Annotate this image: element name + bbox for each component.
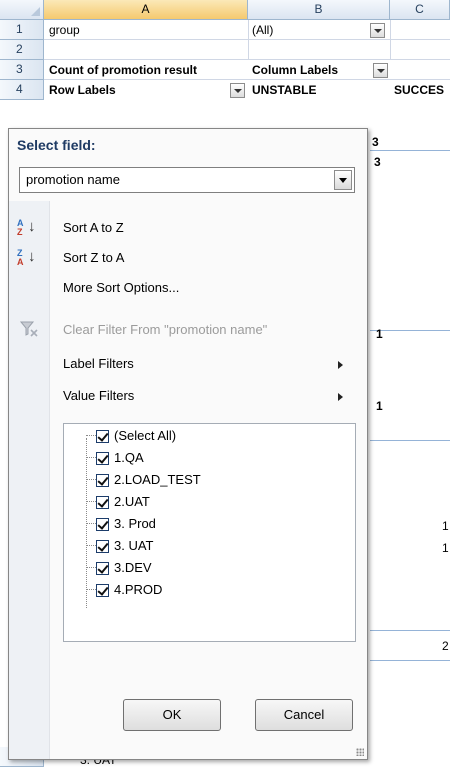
menu-value-filters[interactable]: Value Filters — [49, 381, 359, 411]
checkbox[interactable] — [96, 540, 109, 553]
report-filter-dropdown[interactable] — [370, 23, 385, 38]
list-item-label: 3. Prod — [114, 516, 156, 531]
value-cell: 2 — [442, 639, 449, 653]
field-select[interactable]: promotion name — [19, 167, 355, 193]
row-header-3[interactable]: 3 — [0, 60, 44, 80]
column-labels-dropdown[interactable] — [373, 63, 388, 78]
select-field-label: Select field: — [17, 137, 96, 153]
menu-sort-z-to-a[interactable]: Sort Z to A — [49, 243, 359, 273]
column-header-b[interactable]: B — [248, 0, 390, 20]
sort-descending-icon: Z A ↓ — [17, 248, 36, 267]
list-item-label: 4.PROD — [114, 582, 163, 597]
value-filters-label: Value Filters — [63, 388, 135, 403]
value-cell: 1 — [376, 399, 383, 413]
value-cell: 3 — [372, 135, 379, 149]
field-select-value: promotion name — [26, 172, 120, 187]
cell-b4[interactable]: UNSTABLE — [252, 80, 316, 100]
column-header-a[interactable]: A — [44, 0, 248, 20]
cell-a1[interactable]: group — [49, 20, 80, 40]
list-item-label: 2.UAT — [114, 494, 150, 509]
row-header-4[interactable]: 4 — [0, 80, 44, 100]
menu-clear-filter: Clear Filter From "promotion name" — [49, 315, 359, 345]
checkbox[interactable] — [96, 474, 109, 487]
submenu-arrow-icon — [338, 361, 343, 369]
checkbox[interactable] — [96, 452, 109, 465]
clear-filter-icon — [19, 321, 38, 337]
filter-popup: Select field: promotion name A Z ↓ Sort A … — [8, 128, 368, 760]
list-item-label: 3. UAT — [114, 538, 154, 553]
value-cell: 1 — [442, 541, 449, 555]
value-cell: 1 — [376, 327, 383, 341]
sort-z-to-a-label: Sort Z to A — [63, 250, 125, 265]
submenu-arrow-icon — [338, 393, 343, 401]
cell-c4[interactable]: SUCCES — [394, 80, 450, 100]
sort-ascending-icon: A Z ↓ — [17, 218, 36, 237]
menu-icon-gutter — [9, 201, 50, 759]
row-header-2[interactable]: 2 — [0, 40, 44, 60]
list-item-label: 1.QA — [114, 450, 144, 465]
row-header-1[interactable]: 1 — [0, 20, 44, 40]
checkbox[interactable] — [96, 584, 109, 597]
menu-more-sort-options[interactable]: More Sort Options... — [49, 273, 359, 303]
filter-item-list[interactable]: (Select All) 1.QA 2.LOAD_TEST 2.UAT 3. P… — [63, 423, 356, 642]
checkbox[interactable] — [96, 430, 109, 443]
checkbox[interactable] — [96, 562, 109, 575]
list-item-label: (Select All) — [114, 428, 177, 443]
select-all-corner[interactable] — [0, 0, 44, 20]
checkbox[interactable] — [96, 518, 109, 531]
cancel-button[interactable]: Cancel — [255, 699, 353, 731]
more-sort-options-label: More Sort Options... — [63, 280, 180, 295]
resize-grip-icon[interactable] — [356, 748, 364, 756]
cell-b1[interactable]: (All) — [252, 20, 273, 40]
menu-sort-a-to-z[interactable]: Sort A to Z — [49, 213, 359, 243]
list-item-label: 3.DEV — [114, 560, 152, 575]
cell-a3[interactable]: Count of promotion result — [49, 60, 197, 80]
list-item-label: 2.LOAD_TEST — [114, 472, 201, 487]
sort-a-to-z-label: Sort A to Z — [63, 220, 124, 235]
checkbox[interactable] — [96, 496, 109, 509]
cell-a4[interactable]: Row Labels — [49, 80, 116, 100]
clear-filter-label: Clear Filter From "promotion name" — [63, 322, 268, 337]
column-header-c[interactable]: C — [390, 0, 450, 20]
value-cell: 1 — [442, 519, 449, 533]
cell-b3[interactable]: Column Labels — [252, 60, 338, 80]
row-labels-dropdown[interactable] — [230, 83, 245, 98]
label-filters-label: Label Filters — [63, 356, 134, 371]
ok-button[interactable]: OK — [123, 699, 221, 731]
value-cell: 3 — [374, 155, 381, 169]
menu-label-filters[interactable]: Label Filters — [49, 349, 359, 379]
chevron-down-icon[interactable] — [334, 170, 352, 190]
